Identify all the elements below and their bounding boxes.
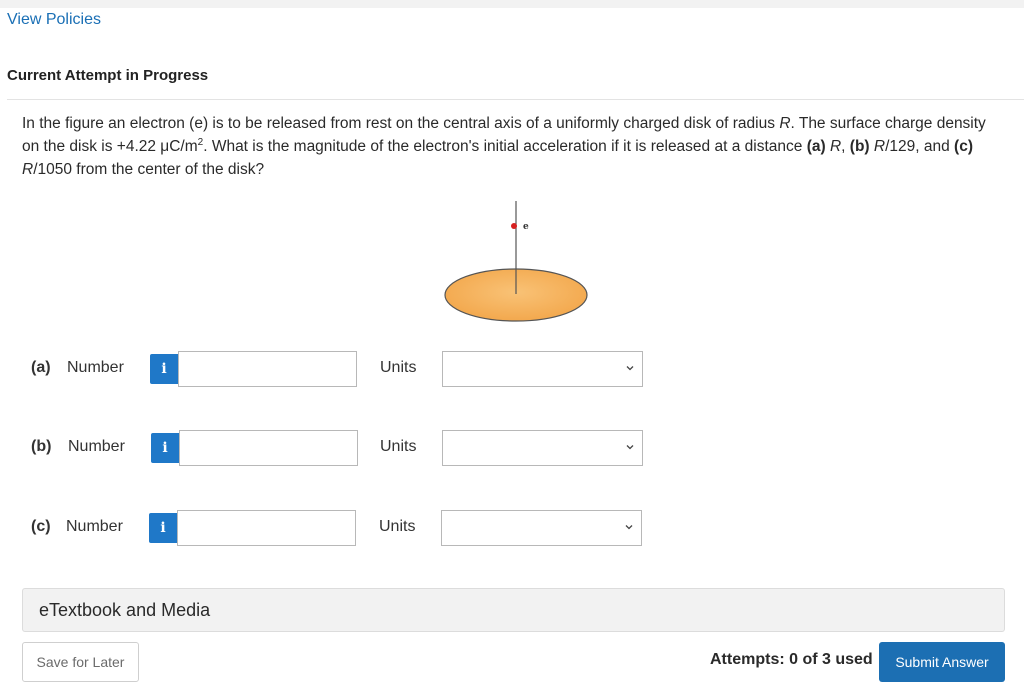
number-input-a[interactable] <box>178 351 357 387</box>
number-label: Number <box>67 359 124 376</box>
charged-disk-figure: e <box>440 196 592 326</box>
top-strip <box>0 0 1024 8</box>
chevron-down-icon <box>626 366 634 371</box>
info-icon-button[interactable]: i <box>150 354 178 384</box>
number-label: Number <box>68 438 125 455</box>
question-text: In the figure an electron (e) is to be r… <box>22 115 986 178</box>
electron-dot <box>511 223 517 229</box>
etextbook-media-panel[interactable]: eTextbook and Media <box>22 588 1005 632</box>
chevron-down-icon <box>625 525 633 530</box>
answer-row-b: (b) Number i Units <box>31 430 646 466</box>
number-label: Number <box>66 518 123 535</box>
view-policies-link[interactable]: View Policies <box>7 11 101 29</box>
part-letter: (a) <box>31 359 51 376</box>
submit-answer-button[interactable]: Submit Answer <box>879 642 1005 682</box>
divider <box>7 99 1024 100</box>
part-letter: (b) <box>31 438 52 455</box>
answer-row-c: (c) Number i Units <box>31 510 646 546</box>
units-select-a[interactable] <box>442 351 643 387</box>
save-for-later-button[interactable]: Save for Later <box>22 642 139 682</box>
part-letter: (c) <box>31 518 51 535</box>
electron-label: e <box>523 222 529 232</box>
units-label: Units <box>380 359 417 376</box>
units-label: Units <box>380 438 417 455</box>
info-icon-button[interactable]: i <box>149 513 177 543</box>
answer-row-a: (a) Number i Units <box>31 351 646 387</box>
number-input-b[interactable] <box>179 430 358 466</box>
attempts-counter: Attempts: 0 of 3 used <box>710 651 873 668</box>
chevron-down-icon <box>626 445 634 450</box>
etextbook-label: eTextbook and Media <box>39 600 211 620</box>
units-select-b[interactable] <box>442 430 643 466</box>
info-icon-button[interactable]: i <box>151 433 179 463</box>
number-input-c[interactable] <box>177 510 356 546</box>
attempt-status-heading: Current Attempt in Progress <box>7 67 209 84</box>
units-label: Units <box>379 518 416 535</box>
units-select-c[interactable] <box>441 510 642 546</box>
